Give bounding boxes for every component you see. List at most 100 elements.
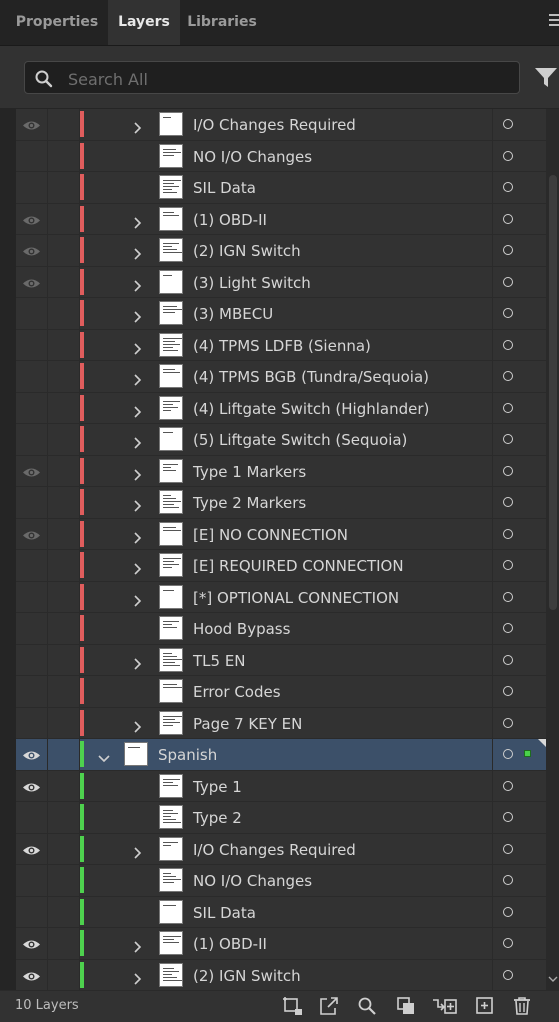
chevron-right-icon[interactable]	[133, 403, 143, 422]
lock-toggle[interactable]	[48, 329, 80, 360]
target-circle-icon[interactable]	[503, 465, 513, 476]
scroll-down-arrow-icon[interactable]	[548, 975, 558, 983]
create-sublayer-icon[interactable]	[432, 996, 458, 1016]
target-circle-icon[interactable]	[503, 969, 513, 980]
target-circle-icon[interactable]	[503, 497, 513, 507]
visibility-toggle[interactable]	[16, 361, 48, 392]
visibility-toggle[interactable]	[16, 140, 48, 171]
top-level-layer-row[interactable]: Spanish	[16, 739, 546, 771]
lock-toggle[interactable]	[48, 455, 80, 486]
lock-toggle[interactable]	[48, 266, 80, 297]
chevron-right-icon[interactable]	[133, 340, 143, 359]
visibility-toggle[interactable]	[16, 455, 48, 486]
layer-row[interactable]: Type 2 Markers	[16, 487, 546, 519]
target-circle-icon[interactable]	[503, 528, 513, 539]
lock-toggle[interactable]	[48, 959, 80, 990]
lock-toggle[interactable]	[48, 928, 80, 959]
visibility-toggle[interactable]	[16, 928, 48, 959]
target-circle-icon[interactable]	[503, 717, 513, 728]
lock-toggle[interactable]	[48, 865, 80, 896]
chevron-right-icon[interactable]	[133, 245, 143, 264]
lock-toggle[interactable]	[48, 613, 80, 644]
layer-row[interactable]: Type 1 Markers	[16, 455, 546, 487]
layer-row[interactable]: [*] OPTIONAL CONNECTION	[16, 581, 546, 613]
lock-toggle[interactable]	[48, 770, 80, 801]
lock-toggle[interactable]	[48, 676, 80, 707]
visibility-toggle[interactable]	[16, 172, 48, 203]
panel-menu-icon[interactable]	[549, 14, 559, 29]
layer-row[interactable]: (3) Light Switch	[16, 266, 546, 298]
target-circle-icon[interactable]	[503, 875, 513, 885]
visibility-toggle[interactable]	[16, 203, 48, 234]
visibility-toggle[interactable]	[16, 329, 48, 360]
lock-toggle[interactable]	[48, 802, 80, 833]
layer-row[interactable]: (4) Liftgate Switch (Highlander)	[16, 392, 546, 424]
chevron-right-icon[interactable]	[133, 655, 143, 674]
target-circle-icon[interactable]	[503, 906, 513, 917]
layer-row[interactable]: Error Codes	[16, 676, 546, 708]
target-circle-icon[interactable]	[503, 843, 513, 854]
layer-row[interactable]: NO I/O Changes	[16, 865, 546, 897]
target-circle-icon[interactable]	[503, 623, 513, 633]
chevron-right-icon[interactable]	[133, 718, 143, 737]
layer-row[interactable]: Type 1	[16, 770, 546, 802]
lock-toggle[interactable]	[48, 140, 80, 171]
layer-row[interactable]: (1) OBD-II	[16, 203, 546, 235]
tab-layers[interactable]: Layers	[108, 0, 180, 45]
visibility-toggle[interactable]	[16, 770, 48, 801]
lock-toggle[interactable]	[48, 392, 80, 423]
layer-row[interactable]: (4) TPMS LDFB (Sienna)	[16, 329, 546, 361]
layer-row[interactable]: (1) OBD-II	[16, 928, 546, 960]
target-circle-icon[interactable]	[503, 308, 513, 318]
chevron-right-icon[interactable]	[133, 277, 143, 296]
visibility-toggle[interactable]	[16, 424, 48, 455]
lock-toggle[interactable]	[48, 644, 80, 675]
target-circle-icon[interactable]	[503, 560, 513, 570]
visibility-toggle[interactable]	[16, 109, 48, 140]
visibility-toggle[interactable]	[16, 518, 48, 549]
visibility-toggle[interactable]	[16, 550, 48, 581]
delete-icon[interactable]	[512, 996, 532, 1016]
lock-toggle[interactable]	[48, 203, 80, 234]
tab-properties[interactable]: Properties	[8, 0, 106, 45]
lock-toggle[interactable]	[48, 487, 80, 518]
chevron-right-icon[interactable]	[133, 434, 143, 453]
lock-toggle[interactable]	[48, 581, 80, 612]
lock-toggle[interactable]	[48, 833, 80, 864]
chevron-right-icon[interactable]	[133, 938, 143, 957]
target-circle-icon[interactable]	[503, 213, 513, 224]
search-input[interactable]	[66, 67, 510, 91]
layer-row[interactable]: NO I/O Changes	[16, 140, 546, 172]
selection-indicator[interactable]	[524, 750, 531, 757]
target-circle-icon[interactable]	[503, 339, 513, 350]
lock-toggle[interactable]	[48, 896, 80, 927]
target-circle-icon[interactable]	[503, 182, 513, 192]
layer-row[interactable]: Hood Bypass	[16, 613, 546, 645]
layer-row[interactable]: [E] REQUIRED CONNECTION	[16, 550, 546, 582]
chevron-right-icon[interactable]	[133, 592, 143, 611]
lock-toggle[interactable]	[48, 235, 80, 266]
layer-row[interactable]: SIL Data	[16, 896, 546, 928]
visibility-toggle[interactable]	[16, 707, 48, 738]
chevron-right-icon[interactable]	[133, 214, 143, 233]
visibility-toggle[interactable]	[16, 613, 48, 644]
layer-row[interactable]: TL5 EN	[16, 644, 546, 676]
visibility-toggle[interactable]	[16, 833, 48, 864]
visibility-toggle[interactable]	[16, 266, 48, 297]
chevron-down-icon[interactable]	[98, 749, 110, 768]
visibility-toggle[interactable]	[16, 392, 48, 423]
target-circle-icon[interactable]	[503, 780, 513, 791]
visibility-toggle[interactable]	[16, 487, 48, 518]
lock-toggle[interactable]	[48, 550, 80, 581]
visibility-toggle[interactable]	[16, 676, 48, 707]
collect-for-export-icon[interactable]	[282, 996, 304, 1016]
visibility-toggle[interactable]	[16, 235, 48, 266]
lock-toggle[interactable]	[48, 298, 80, 329]
layer-row[interactable]: (2) IGN Switch	[16, 959, 546, 990]
lock-toggle[interactable]	[48, 361, 80, 392]
lock-toggle[interactable]	[48, 424, 80, 455]
layer-row[interactable]: I/O Changes Required	[16, 833, 546, 865]
lock-toggle[interactable]	[48, 109, 80, 140]
visibility-toggle[interactable]	[16, 802, 48, 833]
layer-row[interactable]: Page 7 KEY EN	[16, 707, 546, 739]
